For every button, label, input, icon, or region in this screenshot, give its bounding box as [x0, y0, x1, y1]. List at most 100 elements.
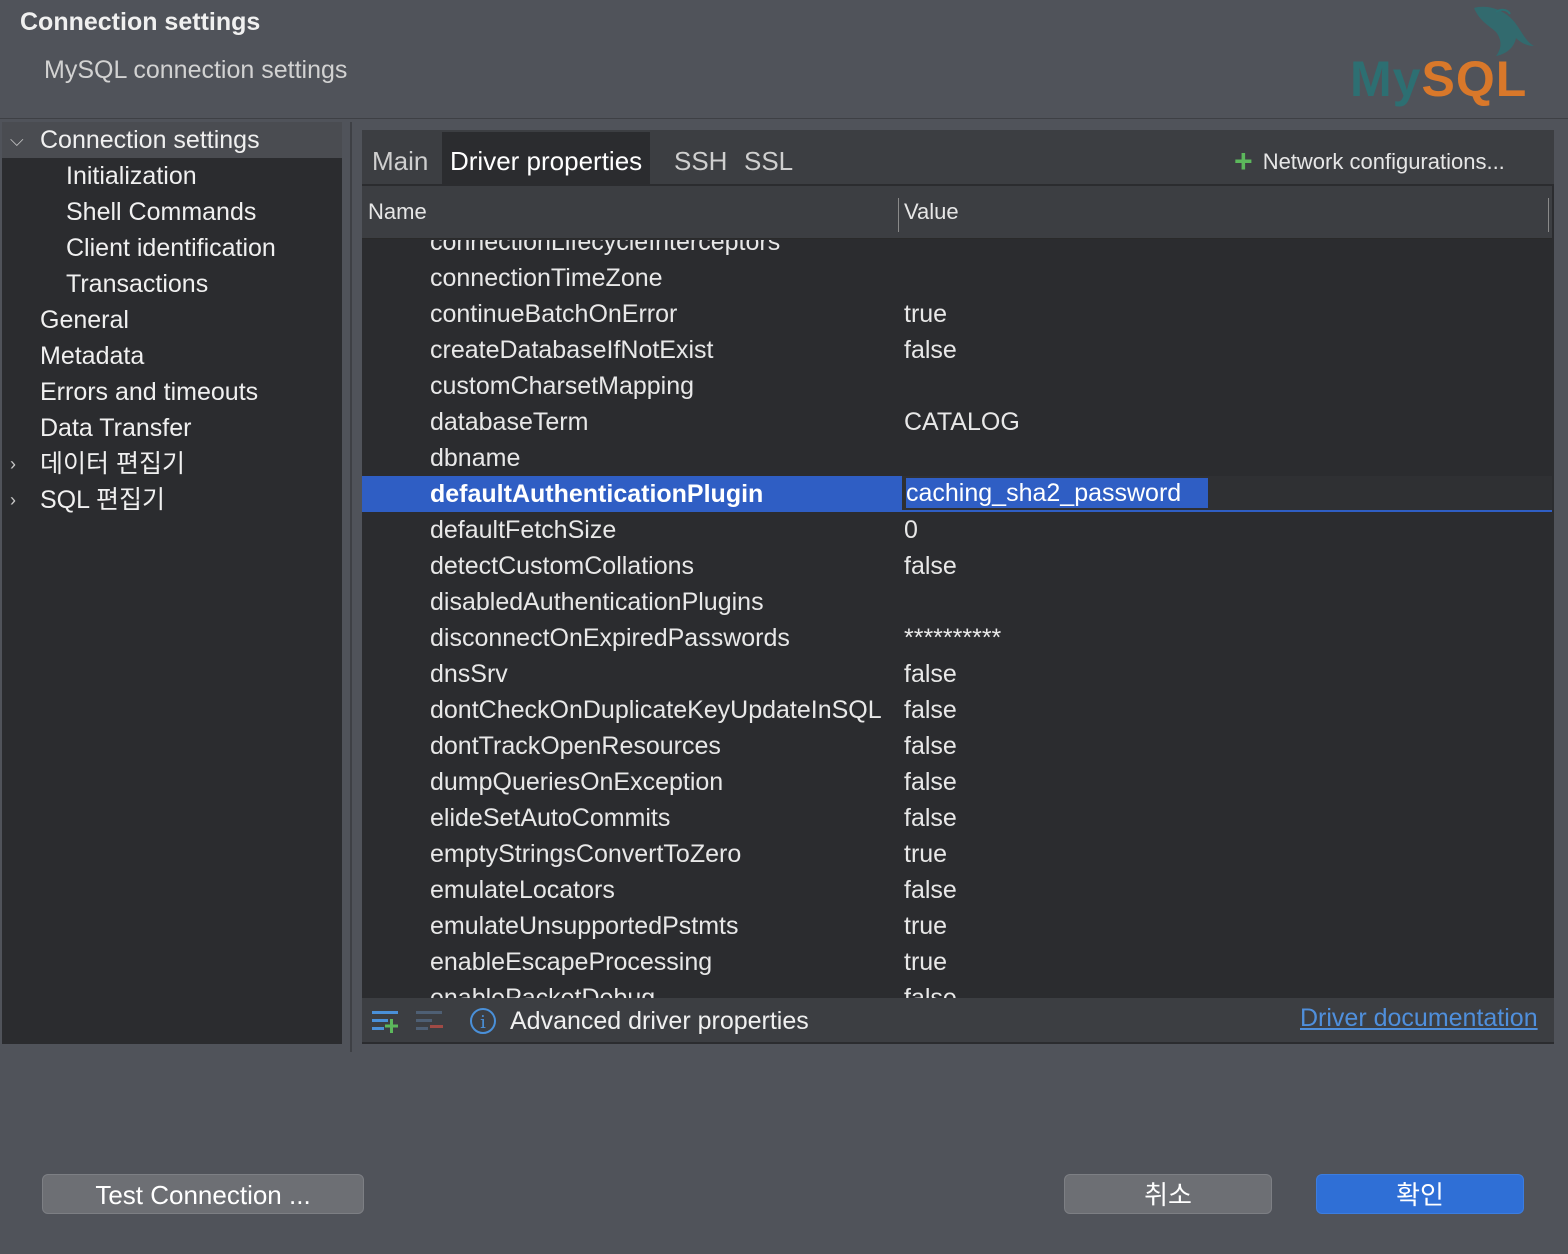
dialog-header: Connection settings MySQL connection set…: [0, 0, 1568, 119]
table-row[interactable]: databaseTerm CATALOG: [362, 404, 1552, 440]
table-row[interactable]: enableEscapeProcessing true: [362, 944, 1552, 980]
table-row[interactable]: defaultFetchSize 0: [362, 512, 1552, 548]
property-value[interactable]: false: [904, 980, 957, 998]
remove-property-icon[interactable]: [414, 1008, 446, 1036]
cancel-button[interactable]: 취소: [1064, 1174, 1272, 1214]
table-row[interactable]: disconnectOnExpiredPasswords **********: [362, 620, 1552, 656]
property-value[interactable]: CATALOG: [904, 404, 1020, 440]
property-name: enableEscapeProcessing: [430, 948, 713, 976]
property-value[interactable]: true: [904, 836, 947, 872]
column-resize-handle[interactable]: [898, 198, 899, 232]
sidebar-item-data-transfer[interactable]: Data Transfer: [40, 410, 191, 446]
property-name: detectCustomCollations: [430, 552, 695, 580]
property-value[interactable]: false: [904, 800, 957, 836]
property-value[interactable]: 0: [904, 512, 918, 548]
property-name: createDatabaseIfNotExist: [430, 336, 714, 364]
sidebar-item-transactions[interactable]: Transactions: [66, 266, 208, 302]
sidebar-item-errors-and-timeouts[interactable]: Errors and timeouts: [40, 374, 258, 410]
table-row-selected[interactable]: defaultAuthenticationPlugin: [362, 476, 1552, 512]
table-row[interactable]: connectionTimeZone: [362, 260, 1552, 296]
table-row[interactable]: elideSetAutoCommits false: [362, 800, 1552, 836]
property-name: dnsSrv: [430, 660, 508, 688]
property-name: connectionLifecycleInterceptors: [430, 240, 781, 256]
info-icon: i: [470, 1008, 496, 1034]
property-name: defaultFetchSize: [430, 516, 617, 544]
tab-ssl[interactable]: SSL: [736, 132, 801, 184]
chevron-down-icon[interactable]: ⌵: [10, 122, 26, 158]
network-configurations-label: Network configurations...: [1262, 149, 1505, 174]
property-name: connectionTimeZone: [430, 264, 663, 292]
driver-documentation-link[interactable]: Driver documentation: [1300, 1000, 1538, 1036]
property-name: emptyStringsConvertToZero: [430, 840, 742, 868]
properties-table-header: Name Value: [362, 186, 1552, 239]
dialog-subtitle: MySQL connection settings: [44, 56, 348, 84]
property-name: disconnectOnExpiredPasswords: [430, 624, 790, 652]
logo-sql: SQL: [1421, 51, 1528, 107]
property-name: dbname: [430, 444, 521, 472]
sidebar-item-client-identification[interactable]: Client identification: [66, 230, 276, 266]
test-connection-button[interactable]: Test Connection ...: [42, 1174, 364, 1214]
property-value[interactable]: true: [904, 944, 947, 980]
property-value[interactable]: false: [904, 548, 957, 584]
property-name: defaultAuthenticationPlugin: [430, 480, 764, 508]
table-row[interactable]: emptyStringsConvertToZero true: [362, 836, 1552, 872]
tab-ssh[interactable]: SSH: [666, 132, 735, 184]
advanced-driver-properties-label: Advanced driver properties: [510, 1007, 809, 1035]
sidebar-item-shell-commands[interactable]: Shell Commands: [66, 194, 256, 230]
sidebar-splitter[interactable]: [350, 122, 352, 1052]
property-value-input[interactable]: [906, 478, 1506, 508]
property-name: elideSetAutoCommits: [430, 804, 671, 832]
table-row[interactable]: dbname: [362, 440, 1552, 476]
property-name: disabledAuthenticationPlugins: [430, 588, 764, 616]
mysql-logo-text: MySQL: [1350, 50, 1527, 108]
sidebar-item-connection-settings[interactable]: ⌵ Connection settings: [2, 122, 342, 158]
property-value-editor[interactable]: [902, 476, 1552, 512]
property-name: continueBatchOnError: [430, 300, 678, 328]
table-row[interactable]: dnsSrv false: [362, 656, 1552, 692]
table-row[interactable]: customCharsetMapping: [362, 368, 1552, 404]
tab-main[interactable]: Main: [364, 132, 436, 184]
table-row[interactable]: dontTrackOpenResources false: [362, 728, 1552, 764]
network-configurations-button[interactable]: + Network configurations...: [1234, 140, 1505, 179]
tab-driver-properties[interactable]: Driver properties: [442, 132, 651, 184]
property-value[interactable]: false: [904, 656, 957, 692]
property-value[interactable]: false: [904, 872, 957, 908]
sidebar-item-label: 데이터 편집기: [40, 450, 185, 478]
property-value[interactable]: false: [904, 764, 957, 800]
add-property-icon[interactable]: [370, 1008, 402, 1036]
column-header-value[interactable]: Value: [904, 186, 959, 238]
table-row[interactable]: disabledAuthenticationPlugins: [362, 584, 1552, 620]
property-value[interactable]: **********: [904, 620, 1001, 656]
property-value[interactable]: false: [904, 728, 957, 764]
property-value[interactable]: true: [904, 908, 947, 944]
table-row[interactable]: enablePacketDebug false: [362, 980, 1552, 998]
table-row[interactable]: detectCustomCollations false: [362, 548, 1552, 584]
property-value[interactable]: false: [904, 332, 957, 368]
table-row[interactable]: connectionLifecycleInterceptors: [362, 240, 1552, 260]
sidebar-item-general[interactable]: General: [40, 302, 129, 338]
property-name: emulateUnsupportedPstmts: [430, 912, 739, 940]
table-row[interactable]: createDatabaseIfNotExist false: [362, 332, 1552, 368]
column-resize-handle[interactable]: [1548, 198, 1549, 232]
property-name: databaseTerm: [430, 408, 589, 436]
sidebar-item-metadata[interactable]: Metadata: [40, 338, 144, 374]
column-header-name[interactable]: Name: [368, 186, 427, 238]
ok-button[interactable]: 확인: [1316, 1174, 1524, 1214]
chevron-right-icon[interactable]: ›: [10, 446, 26, 482]
sidebar-item-label: SQL 편집기: [40, 486, 166, 514]
table-row[interactable]: dumpQueriesOnException false: [362, 764, 1552, 800]
property-name: emulateLocators: [430, 876, 615, 904]
property-value[interactable]: true: [904, 296, 947, 332]
sidebar-item-sql-editor[interactable]: › SQL 편집기: [2, 482, 342, 518]
table-row[interactable]: dontCheckOnDuplicateKeyUpdateInSQL false: [362, 692, 1552, 728]
table-row[interactable]: emulateLocators false: [362, 872, 1552, 908]
property-value[interactable]: false: [904, 692, 957, 728]
logo-my: My: [1350, 51, 1422, 107]
dialog-title: Connection settings: [20, 8, 261, 36]
sidebar-item-initialization[interactable]: Initialization: [66, 158, 197, 194]
chevron-right-icon[interactable]: ›: [10, 482, 26, 518]
table-row[interactable]: continueBatchOnError true: [362, 296, 1552, 332]
sidebar-item-data-editor[interactable]: › 데이터 편집기: [2, 446, 342, 482]
property-name: enablePacketDebug: [430, 984, 656, 998]
table-row[interactable]: emulateUnsupportedPstmts true: [362, 908, 1552, 944]
